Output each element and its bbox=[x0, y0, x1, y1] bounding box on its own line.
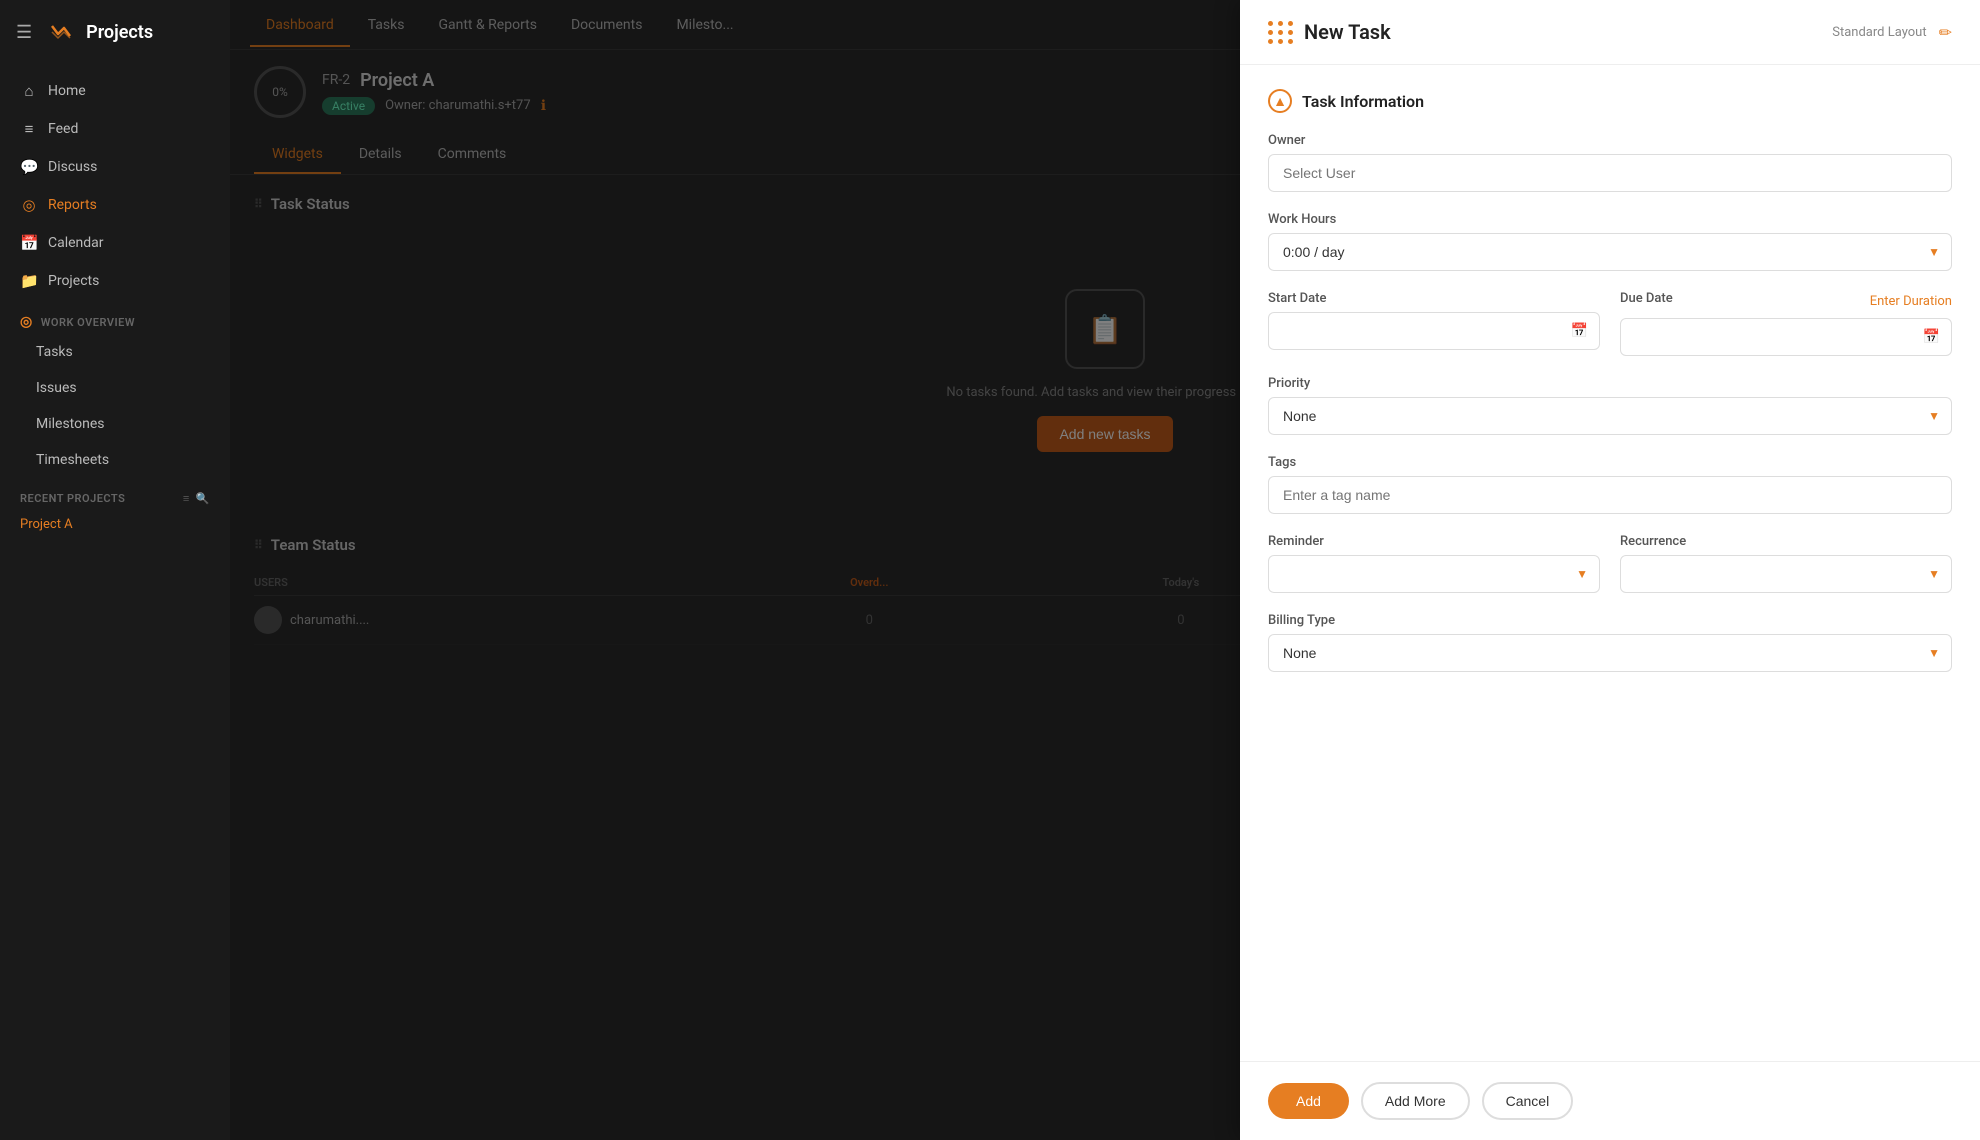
work-hours-select[interactable]: 0:00 / day bbox=[1268, 233, 1952, 271]
sidebar-item-feed[interactable]: ≡ Feed bbox=[0, 110, 230, 148]
panel-title-row: New Task bbox=[1268, 20, 1391, 44]
recurrence-label: Recurrence bbox=[1620, 534, 1952, 549]
panel-footer: Add Add More Cancel bbox=[1240, 1061, 1980, 1140]
enter-duration-link[interactable]: Enter Duration bbox=[1870, 294, 1952, 309]
recent-project-a[interactable]: Project A bbox=[0, 509, 230, 540]
add-more-button[interactable]: Add More bbox=[1361, 1082, 1470, 1120]
sidebar-item-label: Projects bbox=[48, 273, 99, 289]
billing-type-select-wrapper: None ▼ bbox=[1268, 634, 1952, 672]
start-date-label: Start Date bbox=[1268, 291, 1600, 306]
panel-body: ▲ Task Information Owner Work Hours 0:00… bbox=[1240, 65, 1980, 1061]
sidebar-item-label: Calendar bbox=[48, 235, 104, 251]
sidebar-item-label: Discuss bbox=[48, 159, 97, 175]
start-date-input[interactable] bbox=[1268, 312, 1600, 350]
sidebar-logo bbox=[48, 18, 76, 46]
main-area: Dashboard Tasks Gantt & Reports Document… bbox=[230, 0, 1980, 1140]
sidebar-nav: ⌂ Home ≡ Feed 💬 Discuss ◎ Reports 📅 Cale… bbox=[0, 64, 230, 1140]
reminder-recurrence-row: Reminder ▼ Recurrence ▼ bbox=[1268, 534, 1952, 613]
sidebar-item-reports[interactable]: ◎ Reports bbox=[0, 186, 230, 224]
sidebar-item-label: Home bbox=[48, 83, 86, 99]
sidebar-item-milestones[interactable]: Milestones bbox=[0, 406, 230, 442]
panel-header: New Task Standard Layout ✏ bbox=[1240, 0, 1980, 65]
due-date-label: Due Date bbox=[1620, 291, 1673, 306]
start-date-calendar-icon[interactable]: 📅 bbox=[1571, 323, 1588, 339]
priority-select[interactable]: None bbox=[1268, 397, 1952, 435]
sidebar-item-tasks[interactable]: Tasks bbox=[0, 334, 230, 370]
tags-label: Tags bbox=[1268, 455, 1952, 470]
layout-label: Standard Layout bbox=[1832, 25, 1926, 40]
reminder-label: Reminder bbox=[1268, 534, 1600, 549]
section-header: ▲ Task Information bbox=[1268, 89, 1952, 113]
owner-field-group: Owner bbox=[1268, 133, 1952, 192]
recurrence-field-group: Recurrence ▼ bbox=[1620, 534, 1952, 593]
owner-label: Owner bbox=[1268, 133, 1952, 148]
sidebar-item-timesheets[interactable]: Timesheets bbox=[0, 442, 230, 478]
recent-projects-label: RECENT PROJECTS ≡ 🔍 bbox=[0, 478, 230, 509]
hamburger-icon[interactable]: ☰ bbox=[16, 22, 32, 43]
work-hours-field-group: Work Hours 0:00 / day ▼ bbox=[1268, 212, 1952, 271]
due-date-input[interactable] bbox=[1620, 318, 1952, 356]
home-icon: ⌂ bbox=[20, 82, 38, 100]
sidebar-item-label: Reports bbox=[48, 197, 97, 213]
sidebar-item-calendar[interactable]: 📅 Calendar bbox=[0, 224, 230, 262]
panel-header-right: Standard Layout ✏ bbox=[1832, 23, 1952, 42]
sidebar-item-label: Feed bbox=[48, 121, 78, 137]
tags-input[interactable] bbox=[1268, 476, 1952, 514]
work-overview-label: ◎ WORK OVERVIEW bbox=[0, 300, 230, 334]
grid-dots-icon bbox=[1268, 21, 1294, 44]
edit-icon[interactable]: ✏ bbox=[1939, 23, 1952, 42]
due-date-wrapper: 📅 bbox=[1620, 318, 1952, 356]
sidebar-item-discuss[interactable]: 💬 Discuss bbox=[0, 148, 230, 186]
recurrence-select[interactable] bbox=[1620, 555, 1952, 593]
panel-title: New Task bbox=[1304, 20, 1391, 44]
due-date-calendar-icon[interactable]: 📅 bbox=[1923, 329, 1940, 345]
recurrence-select-wrapper: ▼ bbox=[1620, 555, 1952, 593]
billing-type-label: Billing Type bbox=[1268, 613, 1952, 628]
priority-field-group: Priority None ▼ bbox=[1268, 376, 1952, 435]
reminder-select-wrapper: ▼ bbox=[1268, 555, 1600, 593]
due-date-field-group: Due Date Enter Duration 📅 bbox=[1620, 291, 1952, 356]
reports-icon: ◎ bbox=[20, 196, 38, 214]
calendar-icon: 📅 bbox=[20, 234, 38, 252]
sidebar-item-home[interactable]: ⌂ Home bbox=[0, 72, 230, 110]
reminder-select[interactable] bbox=[1268, 555, 1600, 593]
section-title: Task Information bbox=[1302, 92, 1424, 111]
start-date-field-group: Start Date 📅 bbox=[1268, 291, 1600, 356]
start-date-wrapper: 📅 bbox=[1268, 312, 1600, 350]
search-icon[interactable]: 🔍 bbox=[196, 492, 210, 505]
sidebar-header: ☰ Projects bbox=[0, 0, 230, 64]
sidebar: ☰ Projects ⌂ Home ≡ Feed 💬 Discuss ◎ Rep… bbox=[0, 0, 230, 1140]
collapse-button[interactable]: ▲ bbox=[1268, 89, 1292, 113]
recent-projects-actions: ≡ 🔍 bbox=[183, 492, 210, 505]
work-hours-label: Work Hours bbox=[1268, 212, 1952, 227]
feed-icon: ≡ bbox=[20, 120, 38, 138]
sidebar-item-projects[interactable]: 📁 Projects bbox=[0, 262, 230, 300]
date-row: Start Date 📅 Due Date Enter Duration 📅 bbox=[1268, 291, 1952, 376]
tags-field-group: Tags bbox=[1268, 455, 1952, 514]
discuss-icon: 💬 bbox=[20, 158, 38, 176]
billing-type-select[interactable]: None bbox=[1268, 634, 1952, 672]
add-button[interactable]: Add bbox=[1268, 1083, 1349, 1119]
cancel-button[interactable]: Cancel bbox=[1482, 1082, 1574, 1120]
sidebar-item-issues[interactable]: Issues bbox=[0, 370, 230, 406]
owner-input[interactable] bbox=[1268, 154, 1952, 192]
sidebar-title: Projects bbox=[86, 22, 153, 43]
list-view-icon[interactable]: ≡ bbox=[183, 492, 190, 505]
priority-select-wrapper: None ▼ bbox=[1268, 397, 1952, 435]
billing-type-field-group: Billing Type None ▼ bbox=[1268, 613, 1952, 672]
priority-label: Priority bbox=[1268, 376, 1952, 391]
new-task-panel: New Task Standard Layout ✏ ▲ Task Inform… bbox=[1240, 0, 1980, 1140]
projects-icon: 📁 bbox=[20, 272, 38, 290]
reminder-field-group: Reminder ▼ bbox=[1268, 534, 1600, 593]
work-hours-select-wrapper: 0:00 / day ▼ bbox=[1268, 233, 1952, 271]
